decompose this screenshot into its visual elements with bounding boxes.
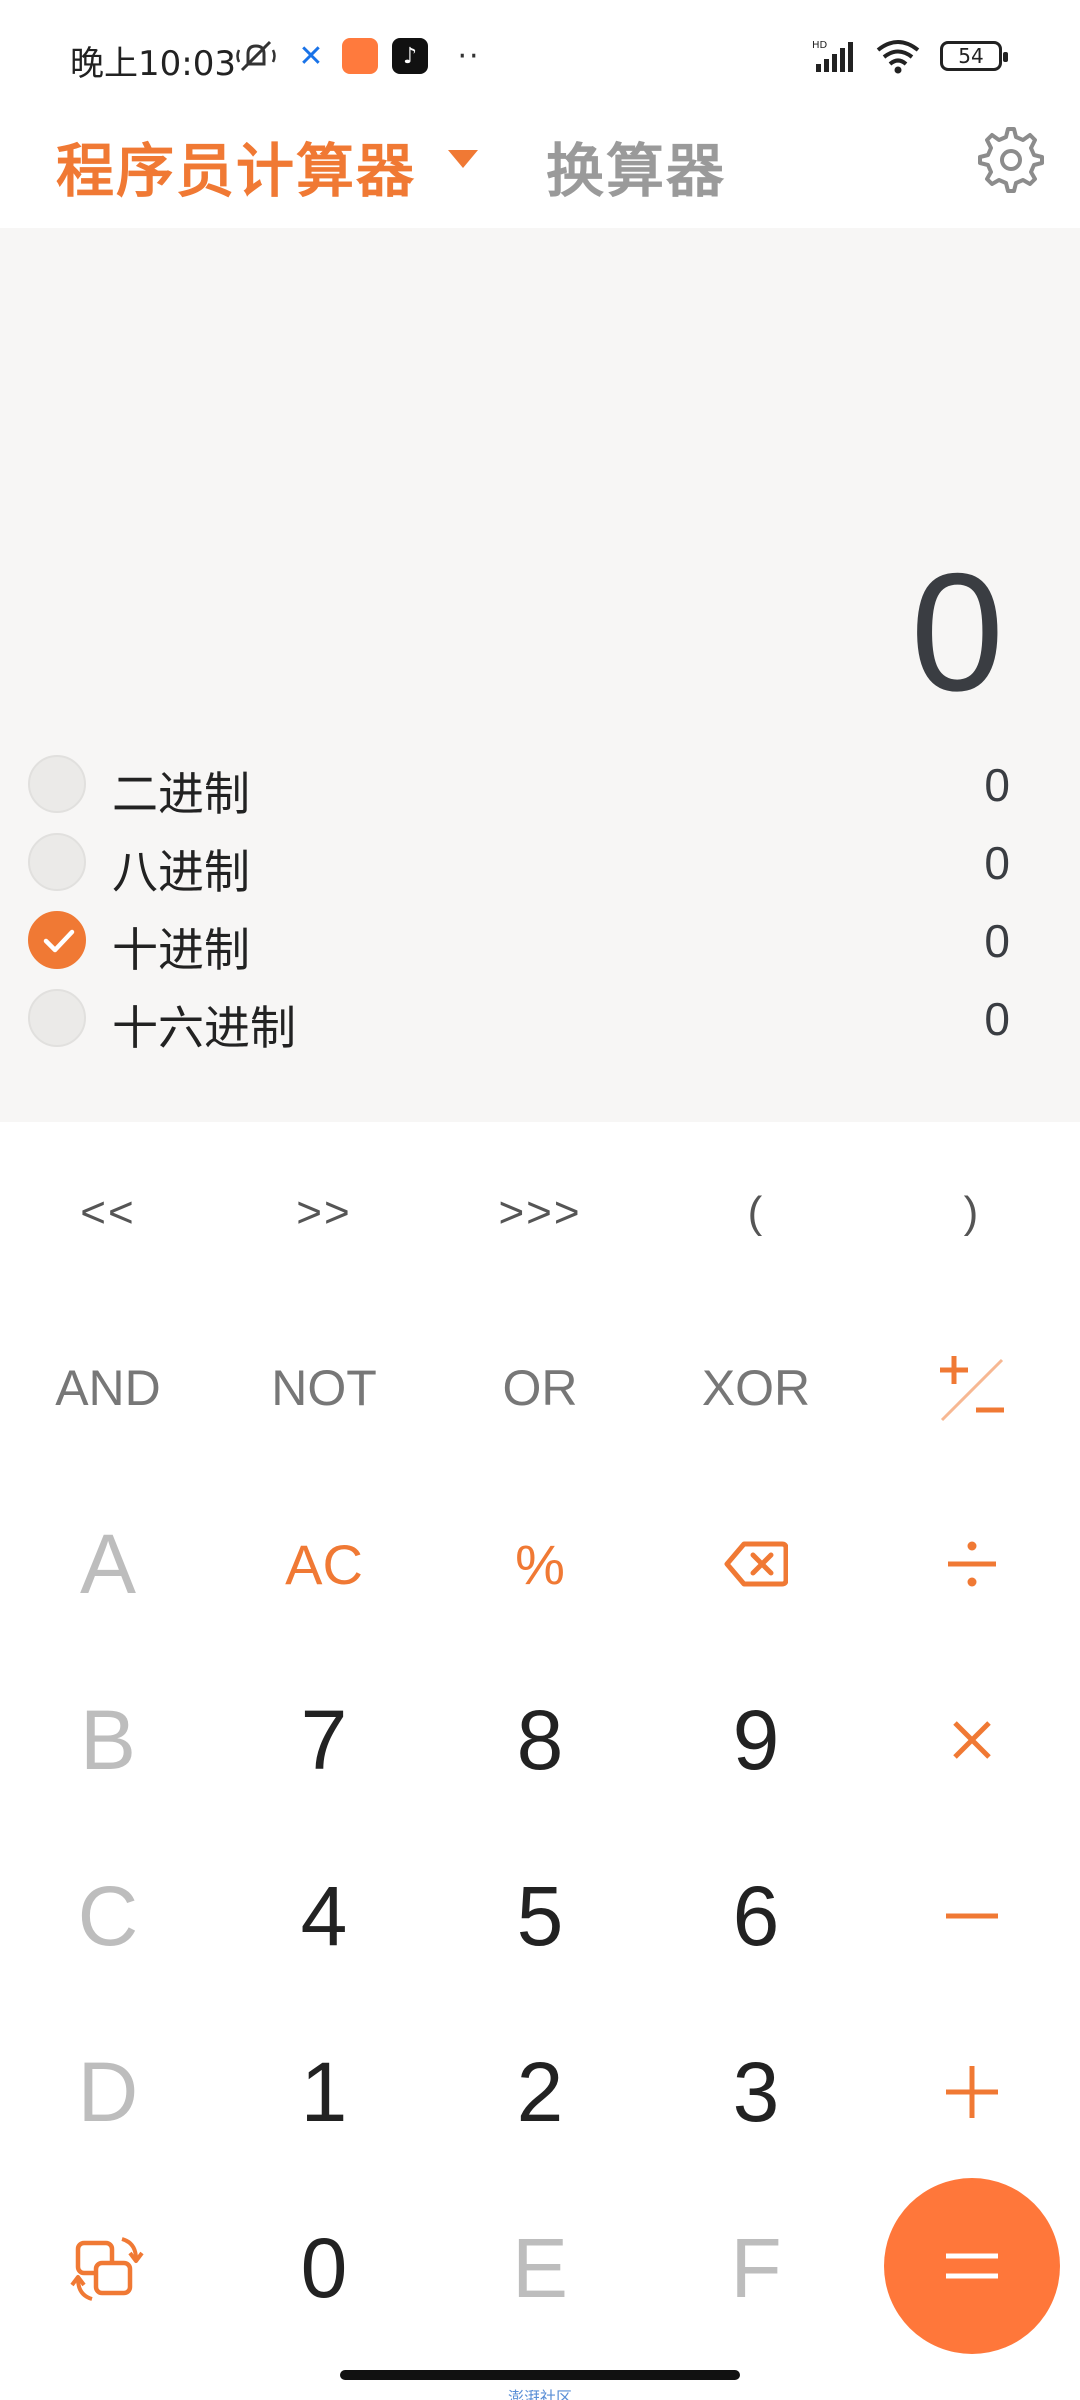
open-paren-button[interactable]: ( xyxy=(648,1138,864,1288)
mute-icon xyxy=(232,38,280,74)
xor-button[interactable]: XOR xyxy=(648,1300,864,1476)
clear-button[interactable]: AC xyxy=(216,1476,432,1652)
app-header: 程序员计算器 换算器 xyxy=(0,118,1080,228)
percent-button[interactable]: % xyxy=(432,1476,648,1652)
multiply-icon xyxy=(953,1721,991,1759)
digit-6-button[interactable]: 6 xyxy=(648,1828,864,2004)
digit-3-button[interactable]: 3 xyxy=(648,2004,864,2180)
base-label: 八进制 xyxy=(112,845,250,899)
signal-icon: HD xyxy=(812,38,860,74)
minus-icon xyxy=(946,1913,998,1919)
hex-d-button[interactable]: D xyxy=(0,2004,216,2180)
digit-1-button[interactable]: 1 xyxy=(216,2004,432,2180)
shift-right-button[interactable]: >> xyxy=(216,1138,432,1288)
plus-icon xyxy=(946,2066,998,2118)
base-row-decimal[interactable]: 十进制 0 xyxy=(0,902,1080,980)
hex-e-button[interactable]: E xyxy=(432,2180,648,2356)
sign-toggle-button[interactable] xyxy=(864,1300,1080,1476)
and-button[interactable]: AND xyxy=(0,1300,216,1476)
tab-converter[interactable]: 换算器 xyxy=(546,124,726,208)
base-value: 0 xyxy=(984,837,1010,889)
tiktok-icon: ♪ xyxy=(392,38,428,74)
radio-octal[interactable] xyxy=(28,833,86,891)
base-row-hex[interactable]: 十六进制 0 xyxy=(0,980,1080,1058)
signal-hd-label: HD xyxy=(812,40,828,51)
not-button[interactable]: NOT xyxy=(216,1300,432,1476)
or-button[interactable]: OR xyxy=(432,1300,648,1476)
digit-8-button[interactable]: 8 xyxy=(432,1652,648,1828)
plus-minus-icon xyxy=(940,1356,1004,1422)
battery-icon: 54 xyxy=(936,38,1008,74)
main-result: 0 xyxy=(910,538,1004,726)
more-notifications-icon: ·· xyxy=(457,38,481,74)
base-value: 0 xyxy=(984,759,1010,811)
hex-c-button[interactable]: C xyxy=(0,1828,216,2004)
base-value: 0 xyxy=(984,993,1010,1045)
check-icon xyxy=(43,929,75,953)
radio-hex[interactable] xyxy=(28,989,86,1047)
display-panel: 0 二进制 0 八进制 0 十进制 0 十六进制 0 xyxy=(0,228,1080,1122)
backspace-icon xyxy=(724,1541,788,1587)
base-label: 十进制 xyxy=(112,923,250,977)
radio-decimal[interactable] xyxy=(28,911,86,969)
base-row-binary[interactable]: 二进制 0 xyxy=(0,746,1080,824)
base-label: 二进制 xyxy=(112,767,250,821)
plus-button[interactable] xyxy=(864,2004,1080,2180)
minus-button[interactable] xyxy=(864,1828,1080,2004)
shopping-app-icon xyxy=(342,38,378,74)
digit-9-button[interactable]: 9 xyxy=(648,1652,864,1828)
backspace-button[interactable] xyxy=(648,1476,864,1652)
hex-b-button[interactable]: B xyxy=(0,1652,216,1828)
multiply-button[interactable] xyxy=(864,1652,1080,1828)
hex-a-button[interactable]: A xyxy=(0,1476,216,1652)
switch-calculator-icon xyxy=(70,2237,144,2301)
divide-icon xyxy=(948,1541,996,1587)
chevron-down-icon[interactable] xyxy=(448,150,478,168)
shift-left-button[interactable]: << xyxy=(0,1138,216,1288)
x-app-icon: ✕ xyxy=(298,38,324,74)
switch-mode-button[interactable] xyxy=(0,2180,216,2356)
base-label: 十六进制 xyxy=(112,1001,296,1055)
wifi-icon xyxy=(874,38,922,74)
home-indicator[interactable] xyxy=(340,2370,740,2380)
digit-4-button[interactable]: 4 xyxy=(216,1828,432,2004)
tab-programmer-calculator[interactable]: 程序员计算器 xyxy=(56,124,416,208)
digit-2-button[interactable]: 2 xyxy=(432,2004,648,2180)
equals-button[interactable] xyxy=(884,2178,1060,2354)
status-bar: 晚上10:03 ✕ ♪ ·· HD 54 xyxy=(0,0,1080,118)
watermark-text: 澎湃社区 xyxy=(508,2388,573,2400)
hex-f-button[interactable]: F xyxy=(648,2180,864,2356)
digit-7-button[interactable]: 7 xyxy=(216,1652,432,1828)
base-value: 0 xyxy=(984,915,1010,967)
base-row-octal[interactable]: 八进制 0 xyxy=(0,824,1080,902)
unsigned-shift-right-button[interactable]: >>> xyxy=(432,1138,648,1288)
digit-5-button[interactable]: 5 xyxy=(432,1828,648,2004)
equals-icon xyxy=(946,2253,998,2279)
divide-button[interactable] xyxy=(864,1476,1080,1652)
radio-binary[interactable] xyxy=(28,755,86,813)
settings-button[interactable] xyxy=(976,126,1046,196)
gear-icon xyxy=(978,127,1044,193)
battery-level: 54 xyxy=(940,41,1008,71)
digit-0-button[interactable]: 0 xyxy=(216,2180,432,2356)
close-paren-button[interactable]: ) xyxy=(864,1138,1080,1288)
status-time: 晚上10:03 xyxy=(70,44,236,84)
